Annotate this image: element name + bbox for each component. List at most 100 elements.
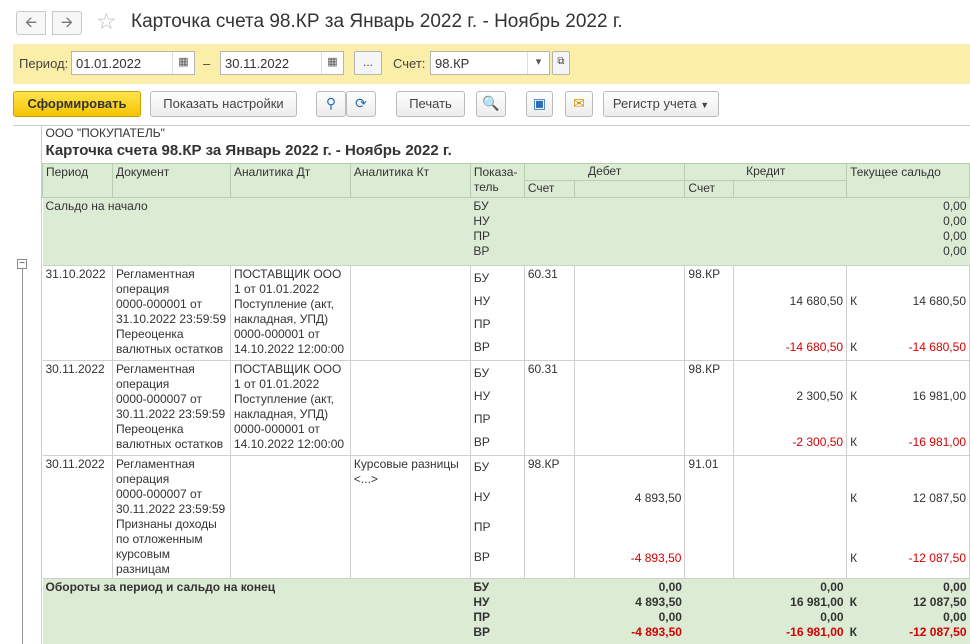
row-dir: КК — [850, 388, 858, 449]
table-row[interactable]: 30.11.2022 Регламентная операция 0000-0000… — [42, 455, 970, 578]
row-debit-account: 60.31 — [524, 360, 575, 455]
indicator: НУ — [473, 213, 490, 228]
value: 0,00 — [943, 243, 967, 258]
col-an-dt: Аналитика Дт — [229, 162, 351, 198]
tree-line — [22, 269, 23, 644]
period-dash: – — [203, 56, 211, 71]
row-debit-account: 60.31 — [524, 265, 575, 360]
col-credit-account: Счет — [684, 179, 735, 198]
row-credit: 2 300,50 -2 300,50 — [733, 360, 848, 455]
col-credit: Кредит — [684, 162, 848, 181]
row-credit — [733, 455, 848, 578]
col-indicator: Показа- тель — [469, 162, 525, 198]
col-balance: Текущее сальдо — [846, 162, 970, 198]
email-button[interactable]: ✉ — [565, 91, 593, 117]
account-label: Счет: — [393, 56, 426, 71]
calendar-icon[interactable]: ▦ — [172, 52, 194, 74]
col-debit: Дебет — [523, 162, 686, 181]
col-document: Документ — [111, 162, 231, 198]
arrow-left-icon: 🡨 — [24, 14, 38, 31]
value: 0,00 — [943, 228, 967, 243]
generate-button[interactable]: Сформировать — [13, 91, 141, 117]
find-next-button[interactable]: ⟳ — [346, 91, 376, 117]
print-button[interactable]: Печать — [396, 91, 465, 117]
date-from-value: 01.01.2022 — [76, 56, 142, 71]
indicator: ВР — [473, 243, 490, 258]
row-balance: 16 981,00 -16 981,00 — [868, 360, 970, 455]
preview-button[interactable]: 🔍 — [476, 91, 506, 117]
indicator: ПР — [473, 228, 490, 243]
totals-credit: 0,00 16 981,00 0,00 -16 981,00 — [684, 578, 847, 644]
save-icon: ▣ — [532, 95, 547, 111]
report-title: Карточка счета 98.КР за Январь 2022 г. -… — [45, 142, 452, 159]
row-an-kt[interactable]: Курсовые разницы <...> — [350, 455, 471, 578]
row-an-dt[interactable]: ПОСТАВЩИК ООО 1 от 01.01.2022 Поступление … — [230, 360, 351, 455]
totals-dir: КК — [846, 578, 869, 644]
row-period: 30.11.2022 — [42, 360, 113, 455]
totals-label: Обороты за период и сальдо на конец — [42, 578, 471, 644]
row-credit-account: 98.КР — [684, 360, 735, 455]
dropdown-arrow-icon[interactable]: ▾ — [527, 52, 549, 74]
header-row: Период Документ Аналитика Дт Аналитика К… — [42, 162, 970, 198]
report-table: ООО "ПОКУПАТЕЛЬ" Карточка счета 98.КР за… — [42, 126, 970, 644]
calendar-icon[interactable]: ▦ — [321, 52, 343, 74]
row-an-kt — [350, 360, 471, 455]
title-bar: 🡨 🡪 ☆ Карточка счета 98.КР за Январь 202… — [0, 0, 970, 44]
favorite-star-icon[interactable]: ☆ — [96, 8, 117, 35]
table-row[interactable]: 30.11.2022 Регламентная операция 0000-0000… — [42, 360, 970, 455]
row-credit-account: 98.КР — [684, 265, 735, 360]
date-to-value: 30.11.2022 — [225, 56, 290, 71]
row-credit-account: 91.01 — [684, 455, 735, 578]
row-dir: КК — [850, 293, 858, 354]
open-icon[interactable]: ⧉ — [552, 51, 570, 75]
arrow-right-icon: 🡪 — [60, 14, 74, 31]
row-an-dt[interactable]: ПОСТАВЩИК ООО 1 от 01.01.2022 Поступление … — [230, 265, 351, 360]
back-button[interactable]: 🡨 — [16, 11, 46, 35]
row-document[interactable]: Регламентная операция 0000-000007 от 30.11.… — [112, 360, 231, 455]
opening-balance-row[interactable]: Сальдо на начало БУ НУ ПР ВР 0,00 0,00 0… — [42, 197, 970, 266]
forward-button[interactable]: 🡪 — [52, 11, 82, 35]
collapse-icon[interactable]: − — [17, 259, 27, 269]
totals-balance: 0,00 12 087,50 0,00 -12 087,50 — [868, 578, 970, 644]
indicator: БУ — [473, 198, 489, 213]
period-select-button[interactable]: ... — [354, 51, 382, 75]
row-balance: 12 087,50 -12 087,50 — [868, 455, 970, 578]
col-debit-account: Счет — [523, 179, 575, 198]
outline-gutter: − — [13, 126, 42, 644]
register-dropdown[interactable]: Регистр учета ▼ — [603, 91, 719, 117]
date-from-field[interactable]: 01.01.2022 ▦ — [71, 51, 195, 75]
account-field[interactable]: 98.КР ▾ — [430, 51, 550, 75]
save-button[interactable]: ▣ — [526, 91, 553, 117]
report-area[interactable]: − ООО "ПОКУПАТЕЛЬ" Карточка счета 98.КР … — [13, 125, 970, 644]
col-an-kt: Аналитика Кт — [349, 162, 471, 198]
print-preview-icon: 🔍 — [482, 95, 500, 111]
row-an-dt — [230, 455, 351, 578]
chevron-down-icon: ▼ — [700, 100, 710, 110]
search-button[interactable]: ⚲ — [316, 91, 346, 117]
totals-row[interactable]: Обороты за период и сальдо на конец БУ НУ… — [42, 578, 970, 644]
row-credit: 14 680,50 -14 680,50 — [733, 265, 848, 360]
col-debit-sum — [573, 179, 686, 198]
row-debit: 4 893,50 -4 893,50 — [574, 455, 686, 578]
envelope-icon: ✉ — [573, 95, 585, 111]
search-icon: ⚲ — [325, 95, 337, 111]
col-period: Период — [42, 162, 113, 198]
row-indicators: БУ НУ ПР ВР — [470, 265, 525, 360]
opening-label: Сальдо на начало — [42, 197, 471, 266]
row-indicators: БУ НУ ПР ВР — [470, 360, 525, 455]
row-document[interactable]: Регламентная операция 0000-000001 от 31.10.… — [112, 265, 231, 360]
row-debit-account: 98.КР — [524, 455, 575, 578]
row-an-kt — [350, 265, 471, 360]
row-document[interactable]: Регламентная операция 0000-000007 от 30.11.… — [112, 455, 231, 578]
row-debit — [574, 360, 686, 455]
value: 0,00 — [943, 198, 967, 213]
org-name: ООО "ПОКУПАТЕЛЬ" — [45, 126, 165, 140]
show-settings-button[interactable]: Показать настройки — [150, 91, 297, 117]
parameters-panel: Период: 01.01.2022 ▦ – 30.11.2022 ▦ ... … — [13, 44, 970, 84]
register-label: Регистр учета — [612, 96, 697, 111]
table-row[interactable]: 31.10.2022 Регламентная операция 0000-0000… — [42, 265, 970, 360]
row-indicators: БУ НУ ПР ВР — [470, 455, 525, 578]
account-value: 98.КР — [435, 56, 470, 71]
date-to-field[interactable]: 30.11.2022 ▦ — [220, 51, 344, 75]
row-debit — [574, 265, 686, 360]
